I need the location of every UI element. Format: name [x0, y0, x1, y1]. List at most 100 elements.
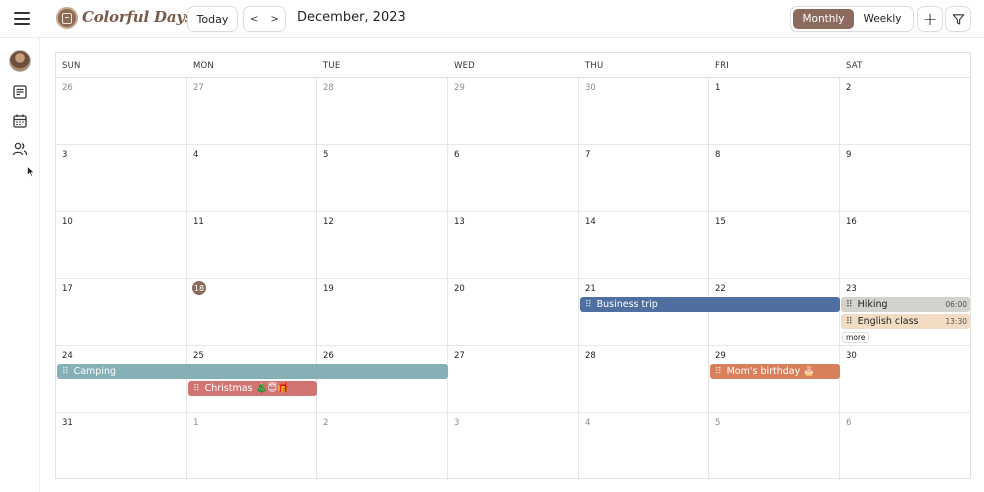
day-cell[interactable]: 10 [56, 212, 187, 278]
week-row: 10 11 12 13 14 15 16 [56, 212, 970, 279]
filter-button[interactable] [945, 6, 971, 32]
day-number: 6 [846, 418, 852, 428]
today-button[interactable]: Today [187, 6, 238, 32]
day-number: 13 [454, 217, 465, 227]
day-cell[interactable]: 27 [448, 346, 579, 412]
day-cell[interactable]: 13 [448, 212, 579, 278]
day-number: 20 [454, 284, 465, 294]
day-cell[interactable]: 15 [709, 212, 840, 278]
day-cell[interactable]: 17 [56, 279, 187, 345]
day-cell[interactable]: 2 [840, 78, 971, 144]
day-cell[interactable]: 30 [840, 346, 971, 412]
day-number: 29 [454, 83, 465, 93]
day-cell[interactable]: 1 [187, 413, 317, 480]
day-cell[interactable]: 9 [840, 145, 971, 211]
day-cell[interactable]: 27 [187, 78, 317, 144]
current-month-label: December, 2023 [297, 10, 406, 25]
day-cell[interactable]: 14 [579, 212, 709, 278]
event-title: Christmas 🎄😇🎁 [204, 383, 290, 394]
day-cell[interactable]: 26 [56, 78, 187, 144]
day-number: 31 [62, 418, 73, 428]
event-camping[interactable]: ⠿ Camping [57, 364, 448, 379]
notes-icon[interactable] [12, 84, 28, 100]
day-number: 7 [585, 150, 591, 160]
view-monthly-button[interactable]: Monthly [793, 9, 854, 29]
day-number: 30 [585, 83, 596, 93]
day-cell[interactable]: 29 [709, 346, 840, 412]
day-number: 23 [846, 284, 857, 294]
day-cell[interactable]: 7 [579, 145, 709, 211]
day-cell[interactable]: 4 [187, 145, 317, 211]
day-cell[interactable]: 19 [317, 279, 448, 345]
drag-handle-icon[interactable]: ⠿ [193, 384, 200, 394]
event-title: Business trip [596, 299, 658, 310]
day-cell[interactable]: 20 [448, 279, 579, 345]
day-cell[interactable]: 31 [56, 413, 187, 480]
drag-handle-icon[interactable]: ⠿ [62, 367, 69, 377]
event-christmas[interactable]: ⠿ Christmas 🎄😇🎁 [188, 381, 317, 396]
event-time: 06:00 [945, 300, 967, 309]
drag-handle-icon[interactable]: ⠿ [846, 300, 853, 310]
avatar[interactable] [9, 50, 31, 72]
view-toggle: Monthly Weekly [790, 6, 914, 32]
view-weekly-button[interactable]: Weekly [854, 9, 911, 29]
event-moms-birthday[interactable]: ⠿ Mom's birthday 🎂 [710, 364, 840, 379]
more-events-link[interactable]: more [842, 332, 870, 343]
day-cell[interactable]: 26 [317, 346, 448, 412]
day-cell[interactable]: 18 [187, 279, 317, 345]
day-cell[interactable]: 25 [187, 346, 317, 412]
day-number: 14 [585, 217, 596, 227]
day-number: 4 [193, 150, 199, 160]
day-cell[interactable]: 5 [709, 413, 840, 480]
day-number: 1 [715, 83, 721, 93]
day-cell[interactable]: 28 [579, 346, 709, 412]
day-cell[interactable]: 21 [579, 279, 709, 345]
day-cell[interactable]: 4 [579, 413, 709, 480]
day-number: 5 [323, 150, 329, 160]
day-cell[interactable]: 3 [56, 145, 187, 211]
add-event-button[interactable]: + [917, 6, 943, 32]
day-number: 16 [846, 217, 857, 227]
event-time: 13:30 [945, 317, 967, 326]
day-cell[interactable]: 11 [187, 212, 317, 278]
day-cell[interactable]: 1 [709, 78, 840, 144]
day-cell[interactable]: 24 [56, 346, 187, 412]
weekday-label: SUN [62, 61, 81, 71]
day-cell[interactable]: 8 [709, 145, 840, 211]
day-number: 24 [62, 351, 73, 361]
weekday-label: SAT [846, 61, 863, 71]
calendar-icon[interactable] [12, 113, 28, 129]
weekday-label: MON [193, 61, 214, 71]
event-english-class[interactable]: ⠿ English class 13:30 [841, 314, 970, 329]
day-number: 8 [715, 150, 721, 160]
weekday-label: WED [454, 61, 475, 71]
day-cell[interactable]: 29 [448, 78, 579, 144]
menu-icon[interactable] [14, 12, 30, 25]
day-cell[interactable]: 12 [317, 212, 448, 278]
event-business-trip[interactable]: ⠿ Business trip [580, 297, 840, 312]
day-cell[interactable]: 30 [579, 78, 709, 144]
event-title: Hiking [857, 299, 888, 310]
weekday-header: SUN MON TUE WED THU FRI SAT [56, 53, 970, 78]
prev-month-button[interactable]: < [244, 7, 265, 31]
day-cell[interactable]: 3 [448, 413, 579, 480]
week-row: 24 25 26 27 28 29 30 [56, 346, 970, 413]
users-icon[interactable] [12, 141, 28, 157]
event-title: Mom's birthday 🎂 [726, 366, 816, 377]
day-cell[interactable]: 22 [709, 279, 840, 345]
next-month-button[interactable]: > [265, 7, 286, 31]
day-cell[interactable]: 16 [840, 212, 971, 278]
drag-handle-icon[interactable]: ⠿ [585, 300, 592, 310]
day-cell[interactable]: 5 [317, 145, 448, 211]
day-cell[interactable]: 28 [317, 78, 448, 144]
event-title: English class [857, 316, 919, 327]
event-hiking[interactable]: ⠿ Hiking 06:00 [841, 297, 970, 312]
month-nav: < > [243, 6, 286, 32]
drag-handle-icon[interactable]: ⠿ [846, 317, 853, 327]
month-calendar: SUN MON TUE WED THU FRI SAT 26 27 28 29 30 1 2… [55, 52, 971, 480]
day-cell[interactable]: 6 [448, 145, 579, 211]
drag-handle-icon[interactable]: ⠿ [715, 367, 722, 377]
day-cell[interactable]: 2 [317, 413, 448, 480]
day-number: 22 [715, 284, 726, 294]
day-cell[interactable]: 6 [840, 413, 971, 480]
